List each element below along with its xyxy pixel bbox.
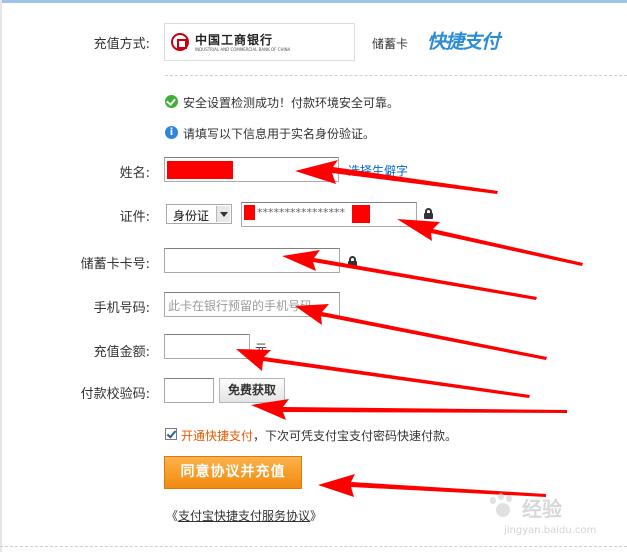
redaction-id-end (352, 205, 370, 223)
quickpay-desc: ，下次可凭支付宝支付密码快速付款。 (253, 429, 458, 443)
security-ok-text: 安全设置检测成功！付款环境安全可靠。 (183, 96, 400, 110)
amount-label: 充值金额: (93, 345, 150, 360)
agreement-prefix: 《 (166, 509, 179, 523)
submit-button[interactable]: 同意协议并充值 (164, 456, 302, 489)
amount-input[interactable] (164, 334, 250, 359)
card-number-input[interactable] (164, 248, 340, 273)
watermark-url: jingyan.baidu.com (504, 525, 597, 536)
agreement-line: 《支付宝快捷支付服务协议》 (166, 507, 322, 524)
bank-logo-box[interactable]: 中国工商银行 INDUSTRIAL AND COMMERCIAL BANK OF… (164, 23, 355, 61)
code-label: 付款校验码: (80, 387, 150, 402)
payment-method-label: 充值方式: (93, 37, 150, 52)
info-prompt-text: 请填写以下信息用于实名身份验证。 (183, 127, 376, 141)
check-icon (165, 95, 178, 108)
id-number-masked: **************** (257, 206, 345, 219)
lock-icon (424, 208, 433, 219)
watermark: 经验 jingyan.baidu.com (482, 487, 622, 547)
icbc-logo-icon (171, 33, 189, 51)
quickpay-checkbox[interactable] (165, 428, 177, 440)
amount-unit: 元 (255, 342, 268, 356)
code-input[interactable] (164, 378, 214, 403)
info-icon: i (165, 126, 178, 139)
chevron-down-icon (216, 206, 230, 222)
annotation-arrows (236, 160, 583, 497)
bank-name: 中国工商银行 (195, 33, 274, 47)
watermark-text: 经验 (522, 497, 562, 521)
redaction-id-start (244, 205, 255, 220)
redaction-name (167, 161, 233, 179)
id-type-value: 身份证 (173, 209, 210, 223)
card-type-label: 储蓄卡 (372, 37, 409, 51)
section-divider (165, 75, 627, 76)
phone-placeholder: 此卡在银行预留的手机号码 (168, 299, 313, 313)
id-type-select[interactable]: 身份证 (166, 204, 232, 224)
card-number-label: 储蓄卡卡号: (80, 257, 150, 272)
name-label: 姓名: (119, 166, 150, 181)
id-label: 证件: (119, 210, 150, 225)
agreement-suffix: 》 (310, 509, 323, 523)
bank-subtitle: INDUSTRIAL AND COMMERCIAL BANK OF CHINA (195, 47, 291, 52)
paw-icon (488, 493, 518, 519)
rare-char-link[interactable]: 选择生僻字 (348, 162, 408, 179)
left-border (0, 0, 2, 552)
agreement-link[interactable]: 支付宝快捷支付服务协议 (178, 509, 310, 523)
arrow-code (251, 399, 567, 420)
lock-icon (348, 256, 357, 267)
quickpay-link[interactable]: 开通快捷支付 (181, 427, 253, 444)
top-border (0, 0, 627, 3)
arrow-id (397, 219, 583, 266)
get-code-button[interactable]: 免费获取 (219, 378, 285, 403)
phone-label: 手机号码: (93, 301, 150, 316)
